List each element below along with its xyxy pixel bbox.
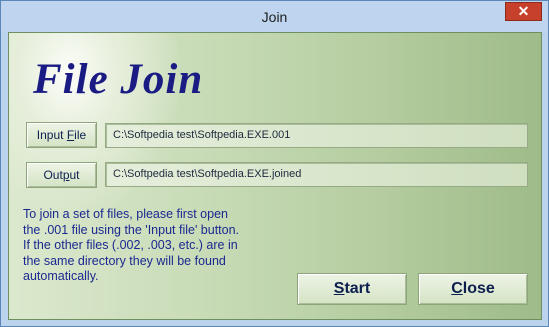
output-button[interactable]: Output xyxy=(26,162,97,188)
title-bar[interactable]: Join ✕ xyxy=(1,1,548,32)
close-icon: ✕ xyxy=(517,3,530,19)
input-file-button[interactable]: Input File xyxy=(26,122,97,148)
help-line: automatically. xyxy=(23,269,99,283)
input-file-label-post: ile xyxy=(74,128,87,142)
dialog-body: File Join Input File C:\Softpedia test\S… xyxy=(8,32,542,320)
output-accel: p xyxy=(62,168,70,182)
help-line: the .001 file using the 'Input file' but… xyxy=(23,222,240,237)
output-label-pre: Out xyxy=(43,168,63,182)
help-line: To join a set of files, please first ope… xyxy=(23,207,228,221)
window-close-button[interactable]: ✕ xyxy=(505,2,542,21)
help-text: To join a set of files, please first ope… xyxy=(23,207,263,285)
start-button[interactable]: Start xyxy=(297,273,407,305)
join-window: Join ✕ File Join Input File C:\Softpedia… xyxy=(0,0,549,327)
close-button[interactable]: Close xyxy=(418,273,528,305)
output-path-field[interactable]: C:\Softpedia test\Softpedia.EXE.joined xyxy=(105,162,528,187)
window-title: Join xyxy=(261,9,288,25)
input-file-label-pre: Input xyxy=(36,128,67,142)
input-file-path-field[interactable]: C:\Softpedia test\Softpedia.EXE.001 xyxy=(105,123,528,148)
output-label-post: ut xyxy=(69,168,80,182)
help-line: If the other files (.002, .003, etc.) ar… xyxy=(23,238,238,252)
start-label: tart xyxy=(344,280,371,297)
help-line: the same directory they will be found xyxy=(23,253,226,268)
close-accel: C xyxy=(451,280,463,297)
close-label: lose xyxy=(462,280,495,297)
start-accel: S xyxy=(333,280,345,297)
app-title: File Join xyxy=(33,56,204,103)
